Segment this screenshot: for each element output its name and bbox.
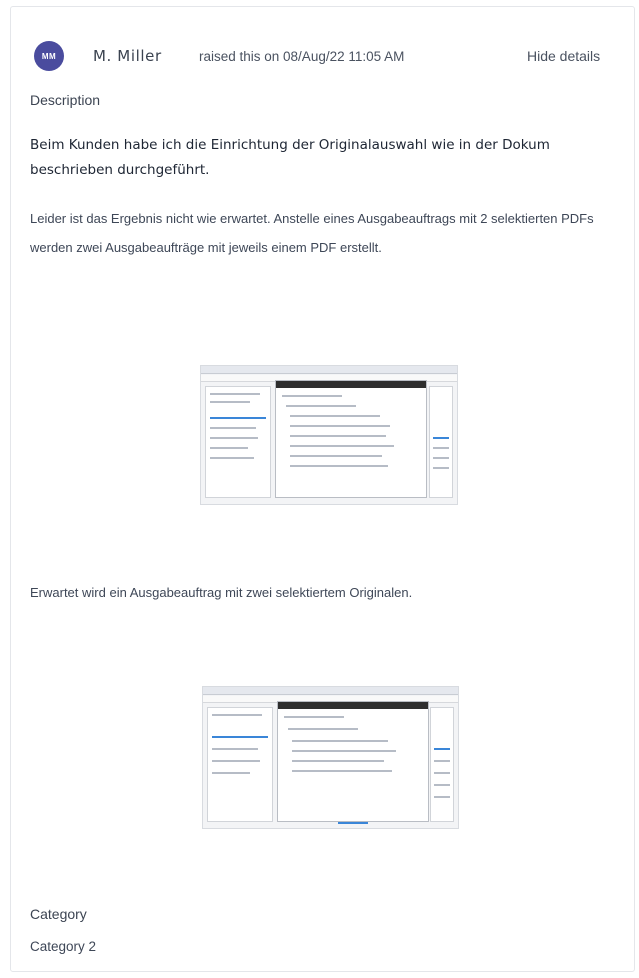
thumbnail-titlebar [201,366,457,374]
category-value: Category 2 [30,939,97,954]
author-name[interactable]: M. Miller [93,47,162,65]
description-paragraph: Leider ist das Ergebnis nicht wie erwart… [30,211,594,255]
avatar[interactable]: MM [34,41,64,71]
thumbnail-dialog [275,380,427,498]
expected-paragraph: Erwartet wird ein Ausgabeauftrag mit zwe… [30,585,413,600]
thumbnail-dialog [277,701,429,824]
description-bold-paragraph: Beim Kunden habe ich die Einrichtung der… [30,137,550,178]
thumbnail-right-pane [430,707,454,822]
category-label: Category [30,906,87,922]
thumbnail-right-pane [429,386,453,498]
thumbnail-left-pane [207,707,273,822]
thumbnail-left-pane [205,386,271,498]
screenshot-attachment[interactable] [202,686,459,829]
comment-header: MM M. Miller raised this on 08/Aug/22 11… [31,37,634,73]
raised-timestamp: raised this on 08/Aug/22 11:05 AM [199,49,405,64]
screenshot-attachment[interactable] [200,365,458,505]
description-label: Description [30,92,101,108]
hide-details-link[interactable]: Hide details [527,48,600,64]
thumbnail-titlebar [203,687,458,695]
